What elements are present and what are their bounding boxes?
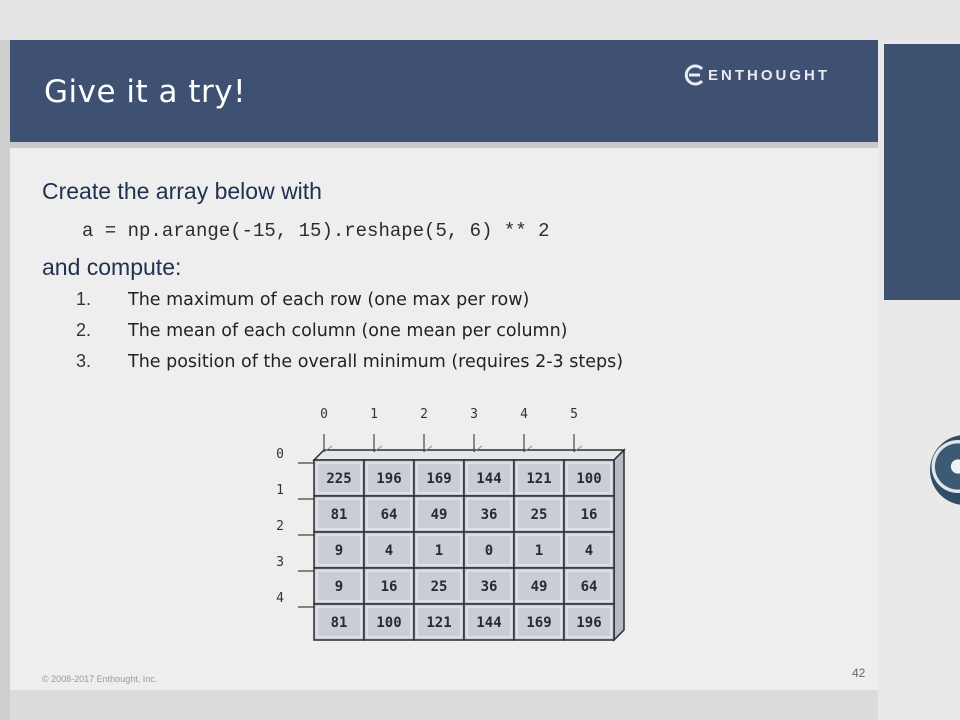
array-cell-value: 36	[481, 507, 498, 523]
task-text: The mean of each column (one mean per co…	[128, 320, 568, 341]
array-cell-value: 196	[576, 615, 601, 631]
array-cell-value: 36	[481, 579, 498, 595]
task-item: 1. The maximum of each row (one max per r…	[76, 284, 623, 315]
task-number: 1.	[76, 289, 92, 309]
task-text: The position of the overall minimum (req…	[128, 351, 624, 372]
slide: Give it a try! ENTHOUGHT Create the arra…	[10, 40, 878, 690]
array-cell-value: 100	[576, 471, 601, 487]
column-index-label: 1	[370, 407, 378, 422]
column-index-label: 5	[570, 407, 578, 422]
array-cell-value: 0	[485, 543, 493, 559]
array-cell-value: 144	[476, 615, 501, 631]
row-index-label: 1	[276, 483, 284, 498]
logo-text: ENTHOUGHT	[708, 66, 830, 84]
array-cell-value: 121	[426, 615, 451, 631]
array-cell-value: 64	[381, 507, 398, 523]
array-cell-value: 16	[381, 579, 398, 595]
column-index-label: 0	[320, 407, 328, 422]
task-item: 2. The mean of each column (one mean per …	[76, 315, 623, 346]
slide-header: Give it a try! ENTHOUGHT	[10, 40, 878, 148]
slide-title: Give it a try!	[44, 74, 247, 110]
compute-label: and compute:	[42, 254, 182, 280]
array-cell-value: 1	[435, 543, 443, 559]
array-cell-value: 100	[376, 615, 401, 631]
array-cell-value: 49	[531, 579, 548, 595]
array-cell-value: 9	[335, 579, 343, 595]
array-cell-value: 169	[426, 471, 451, 487]
task-number: 3.	[76, 351, 92, 371]
array-cell-value: 49	[431, 507, 448, 523]
row-index-label: 0	[276, 447, 284, 462]
task-item: 3. The position of the overall minimum (r…	[76, 346, 623, 377]
row-index-label: 4	[276, 591, 284, 606]
task-list: 1. The maximum of each row (one max per r…	[76, 284, 623, 377]
array-cell-value: 121	[526, 471, 551, 487]
array-cell-value: 81	[331, 615, 348, 631]
array-cell-value: 4	[585, 543, 593, 559]
array-cell-value: 144	[476, 471, 501, 487]
array-cell-value: 81	[331, 507, 348, 523]
array-cell-value: 225	[326, 471, 351, 487]
code-snippet: a = np.arange(-15, 15).reshape(5, 6) ** …	[82, 220, 550, 242]
background-left	[0, 40, 10, 720]
column-index-label: 4	[520, 407, 528, 422]
instruction-heading: Create the array below with	[42, 178, 322, 204]
row-index-label: 2	[276, 519, 284, 534]
row-index-label: 3	[276, 555, 284, 570]
enthought-logo-icon	[684, 64, 704, 86]
array-diagram: 0 1 2 3 4 501234225 196 169 144 121 10081 64 49 36 25 1…	[276, 407, 626, 642]
array-cell-value: 25	[431, 579, 448, 595]
task-number: 2.	[76, 320, 92, 340]
column-index-label: 3	[470, 407, 478, 422]
next-slide-preview	[884, 44, 960, 300]
copyright-footer: © 2008-2017 Enthought, Inc.	[42, 674, 158, 684]
array-cell-value: 196	[376, 471, 401, 487]
array-top-face	[312, 449, 626, 461]
array-cell-value: 64	[581, 579, 598, 595]
array-cell-value: 4	[385, 543, 393, 559]
column-index-label: 2	[420, 407, 428, 422]
array-cell-value: 1	[535, 543, 543, 559]
page-number: 42	[852, 666, 866, 680]
background-top	[0, 0, 960, 40]
array-cell-value: 16	[581, 507, 598, 523]
array-side-face	[613, 448, 625, 642]
array-cell-value: 9	[335, 543, 343, 559]
task-text: The maximum of each row (one max per row…	[128, 289, 530, 310]
array-cell-value: 25	[531, 507, 548, 523]
array-cell-value: 169	[526, 615, 551, 631]
enthought-logo: ENTHOUGHT	[682, 62, 830, 88]
